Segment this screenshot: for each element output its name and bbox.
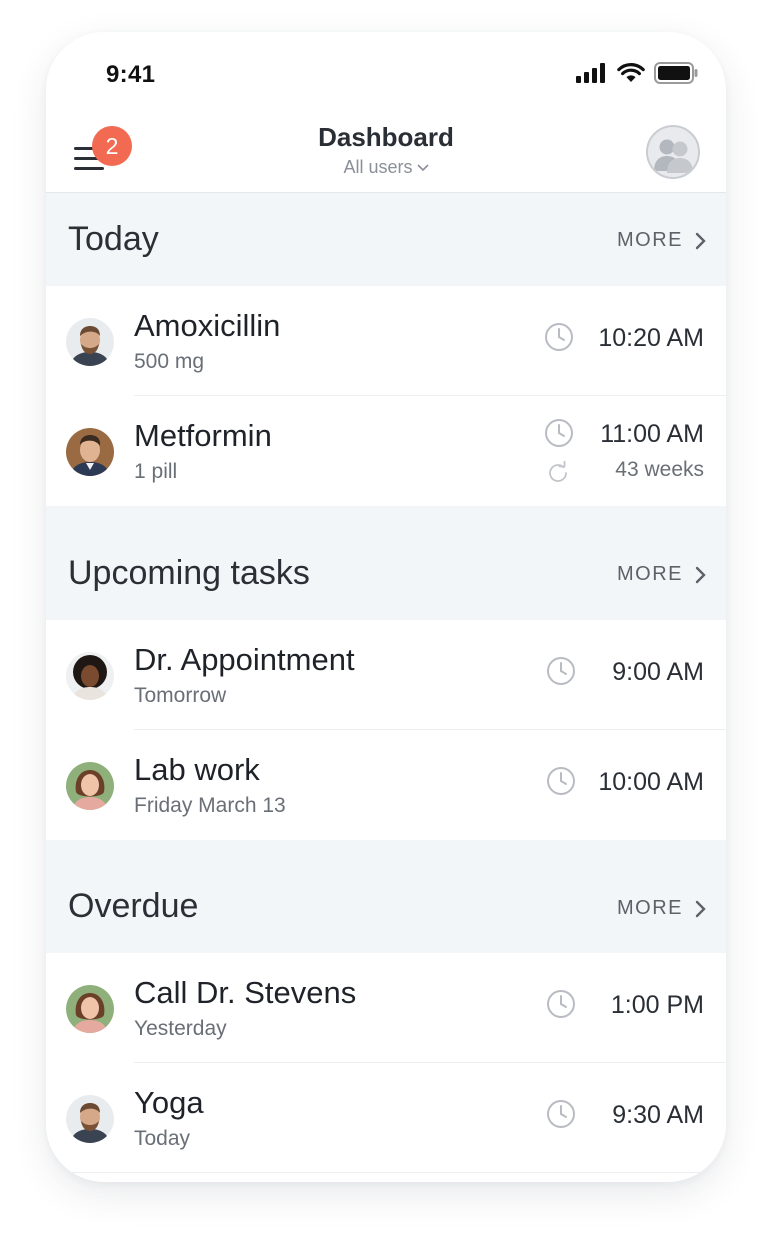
item-title: Amoxicillin — [134, 308, 281, 343]
page-title: Dashboard — [318, 122, 454, 152]
list-item[interactable]: Call Dr. Stevens Yesterday 1:00 PM — [46, 953, 726, 1063]
clock-icon — [545, 419, 573, 447]
item-time: 1:00 PM — [610, 991, 704, 1019]
avatar — [66, 1095, 114, 1143]
item-title: Lab work — [134, 752, 260, 787]
avatar — [66, 318, 114, 366]
section-title: Overdue — [68, 887, 199, 925]
battery-icon — [654, 62, 698, 84]
avatar — [66, 428, 114, 476]
avatar — [66, 652, 114, 700]
item-time: 9:30 AM — [612, 1101, 704, 1129]
section-header-today: Today MORE — [46, 193, 726, 286]
item-title: Yoga — [134, 1085, 204, 1120]
item-subtitle: 1 pill — [134, 460, 178, 483]
item-time: 11:00 AM — [600, 420, 704, 448]
chevron-down-icon — [416, 164, 429, 172]
avatar — [66, 985, 114, 1033]
more-button-upcoming[interactable]: MORE — [617, 563, 706, 586]
item-title: Dr. Appointment — [134, 642, 355, 677]
status-icons — [576, 62, 698, 84]
item-time: 10:20 AM — [598, 324, 704, 352]
avatar — [66, 762, 114, 810]
more-button-overdue[interactable]: MORE — [617, 897, 706, 920]
users-group-icon — [654, 139, 693, 173]
repeat-icon — [549, 460, 567, 482]
clock-icon — [545, 323, 573, 351]
wifi-icon — [617, 63, 645, 82]
chevron-right-icon — [695, 232, 706, 249]
chevron-right-icon — [695, 900, 706, 917]
item-time: 10:00 AM — [598, 768, 704, 796]
item-title: Call Dr. Stevens — [134, 975, 357, 1010]
more-button-today[interactable]: MORE — [617, 229, 706, 252]
clock-icon — [547, 657, 575, 685]
nav-bar: 2 Dashboard All users — [46, 114, 726, 193]
section-header-upcoming: Upcoming tasks MORE — [46, 506, 726, 620]
item-time: 9:00 AM — [612, 658, 704, 686]
cellular-signal-icon — [576, 63, 605, 83]
list-item[interactable]: Dr. Appointment Tomorrow 9:00 AM — [46, 620, 726, 730]
status-time: 9:41 — [106, 61, 156, 88]
clock-icon — [547, 767, 575, 795]
users-group-button[interactable] — [646, 125, 700, 179]
section-header-overdue: Overdue MORE — [46, 840, 726, 953]
divider — [46, 1172, 726, 1173]
item-subtitle: Tomorrow — [134, 684, 227, 707]
user-filter-dropdown[interactable]: All users — [46, 157, 726, 178]
list-item[interactable]: Lab work Friday March 13 10:00 AM — [46, 730, 726, 840]
chevron-right-icon — [695, 566, 706, 583]
status-bar: 9:41 — [46, 32, 726, 114]
more-label: MORE — [617, 897, 683, 919]
list-item[interactable]: Yoga Today 9:30 AM — [46, 1063, 726, 1173]
item-subtitle: Friday March 13 — [134, 794, 286, 817]
more-label: MORE — [617, 229, 683, 251]
section-title: Today — [68, 220, 159, 258]
list-item[interactable]: Metformin 1 pill 11:00 AM 43 weeks — [46, 396, 726, 506]
item-subtitle: 500 mg — [134, 350, 205, 373]
more-label: MORE — [617, 563, 683, 585]
item-repeat: 43 weeks — [615, 458, 704, 481]
item-title: Metformin — [134, 418, 272, 453]
item-subtitle: Yesterday — [134, 1017, 227, 1040]
user-filter-label: All users — [343, 157, 413, 177]
phone-frame: 9:41 2 Dashboard All users Today MORE Am… — [46, 32, 726, 1182]
clock-icon — [547, 1100, 575, 1128]
list-item[interactable]: Amoxicillin 500 mg 10:20 AM — [46, 286, 726, 396]
section-title: Upcoming tasks — [68, 554, 310, 592]
item-subtitle: Today — [134, 1127, 191, 1150]
clock-icon — [547, 990, 575, 1018]
